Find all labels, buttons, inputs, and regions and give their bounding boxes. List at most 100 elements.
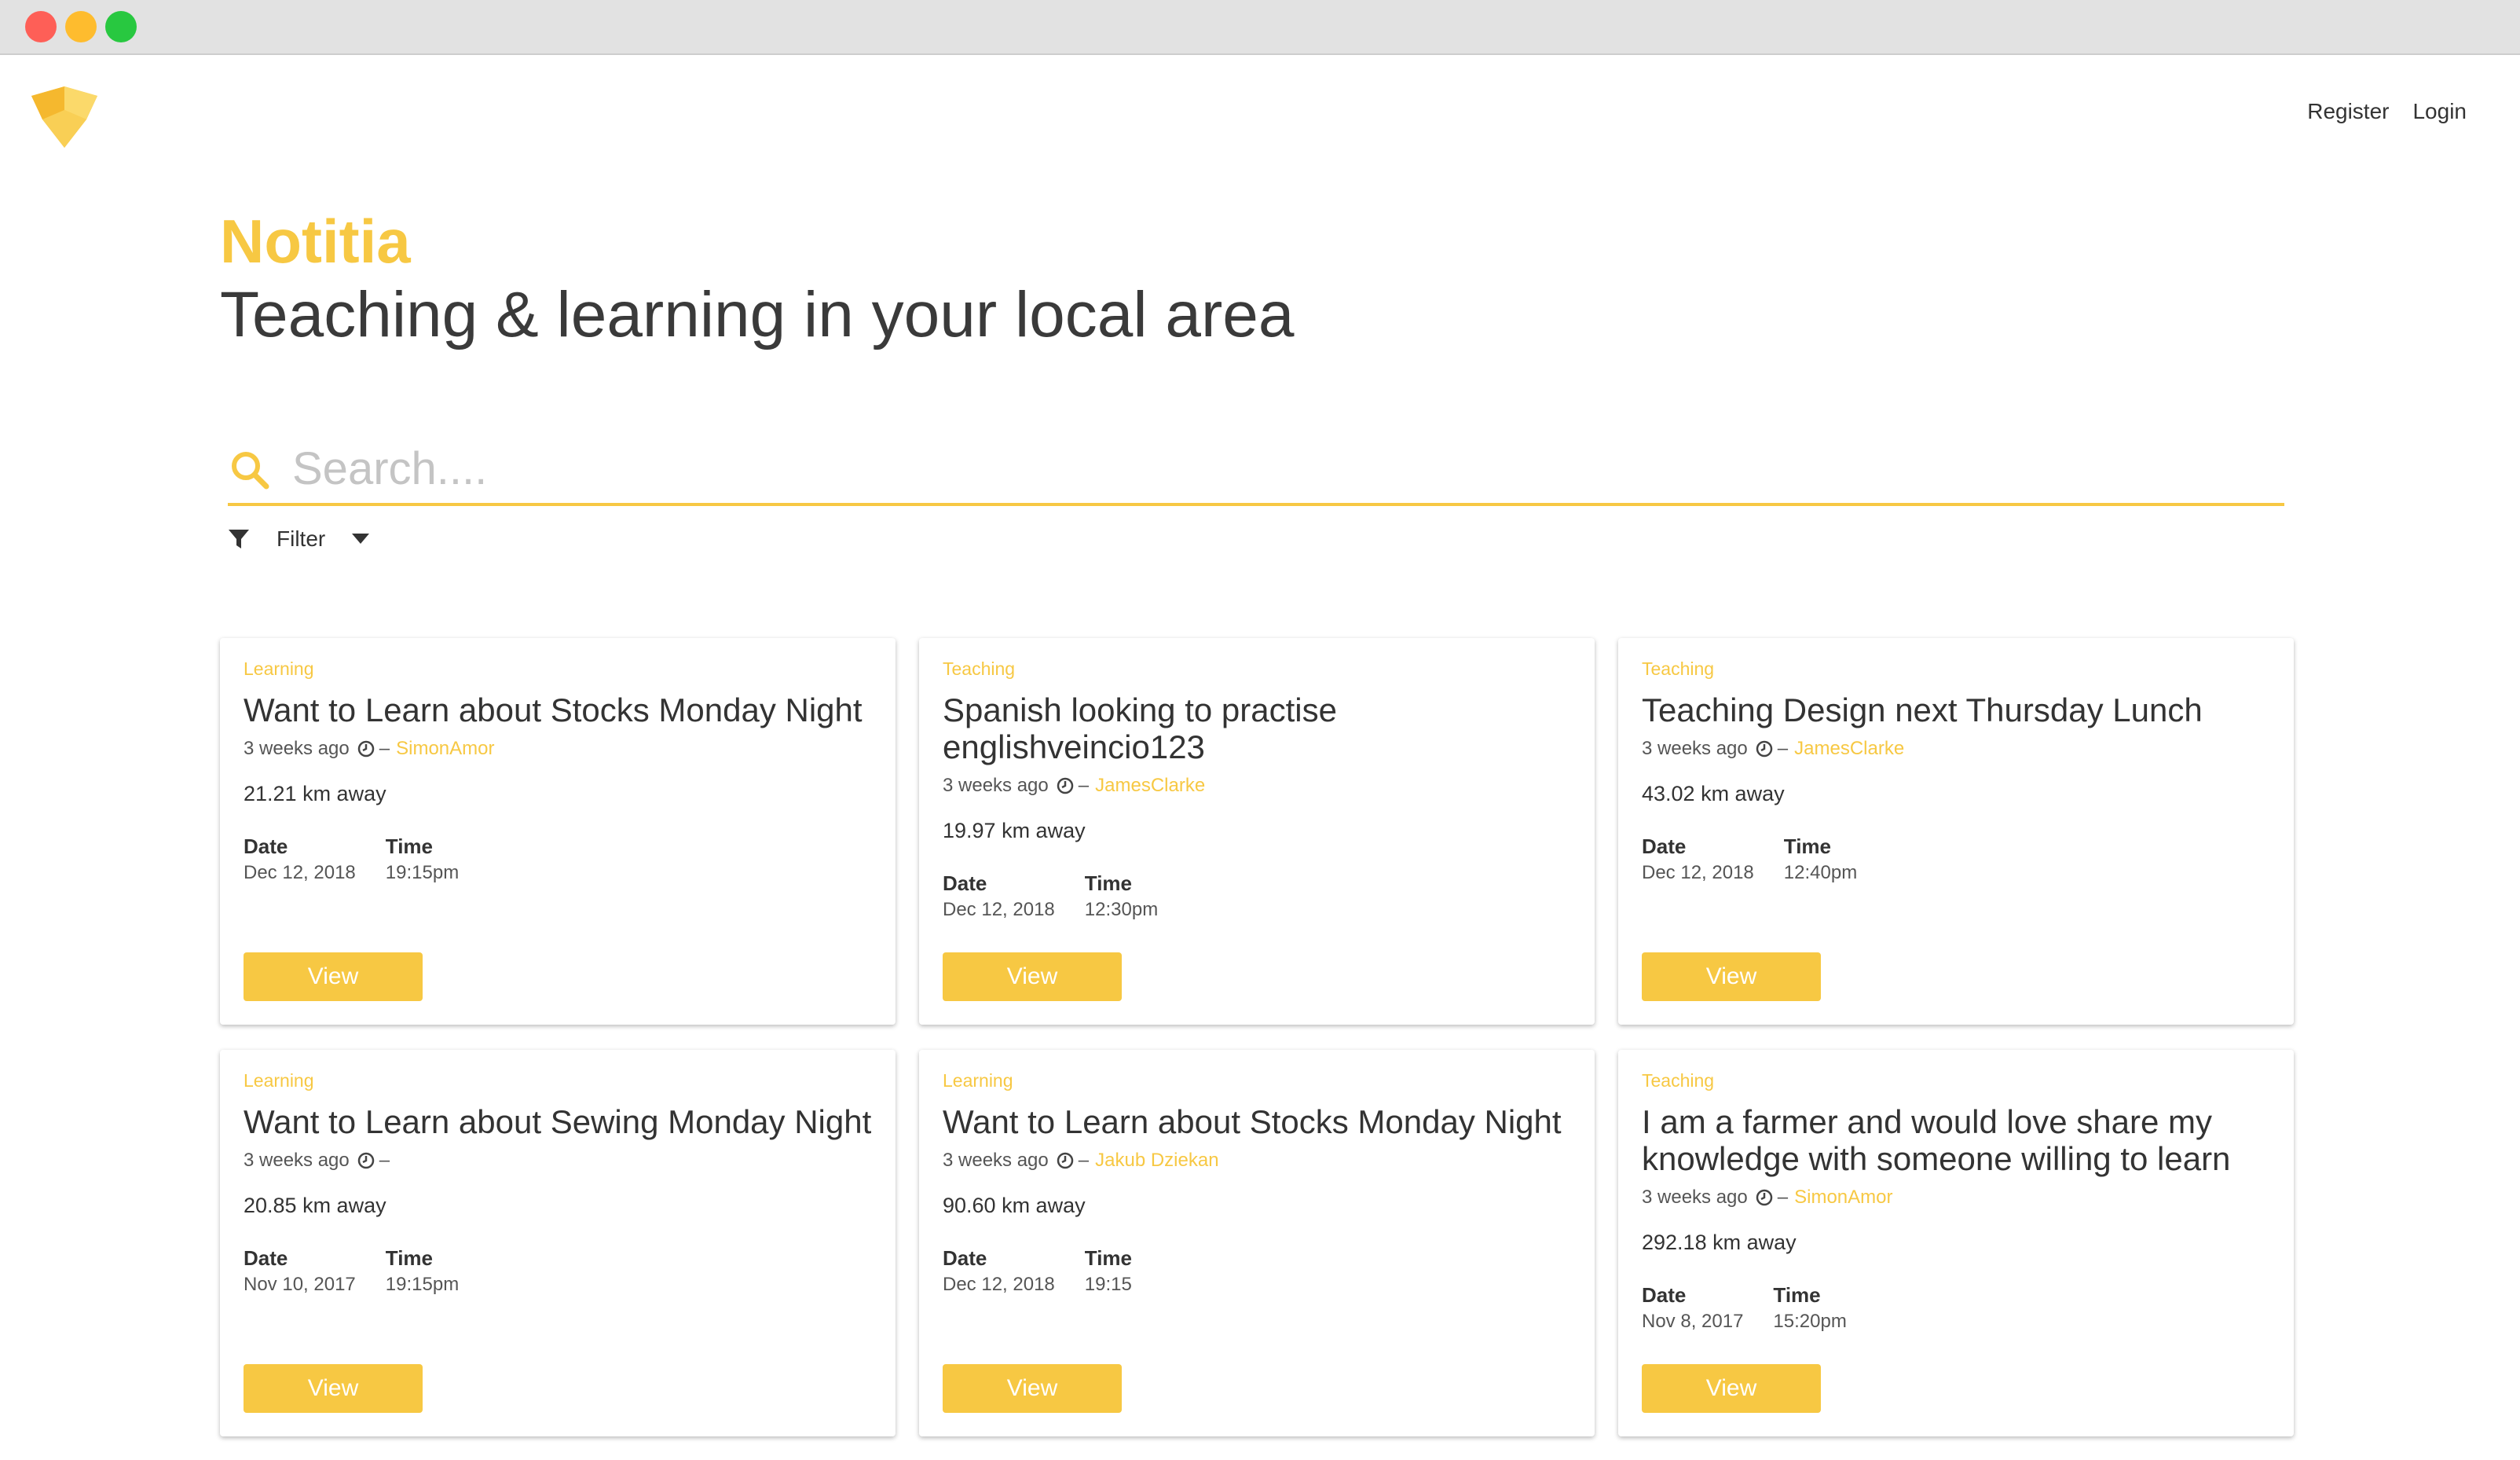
date-value: Dec 12, 2018 bbox=[1642, 861, 1754, 883]
clock-icon bbox=[1057, 1152, 1074, 1168]
close-window-button[interactable] bbox=[25, 11, 57, 42]
card-posted: 3 weeks ago bbox=[943, 1149, 1049, 1171]
date-label: Date bbox=[1642, 834, 1687, 858]
card-author-link[interactable]: JamesClarke bbox=[1794, 738, 1904, 760]
clock-icon bbox=[357, 740, 375, 757]
date-label: Date bbox=[244, 834, 288, 858]
meta-separator: – bbox=[379, 737, 390, 759]
card-title: Teaching Design next Thursday Lunch bbox=[1642, 691, 2203, 728]
time-label: Time bbox=[1783, 834, 1831, 858]
card-author-link[interactable]: Jakub Dziekan bbox=[1095, 1150, 1218, 1172]
date-label: Date bbox=[244, 1245, 288, 1270]
card-category: Learning bbox=[244, 1070, 314, 1091]
register-link[interactable]: Register bbox=[2307, 99, 2389, 124]
tagline: Teaching & learning in your local area bbox=[220, 279, 1295, 350]
listing-card: Teaching Teaching Design next Thursday L… bbox=[1618, 638, 2294, 1025]
date-value: Dec 12, 2018 bbox=[244, 861, 356, 883]
card-meta: 3 weeks ago – JamesClarke bbox=[1642, 738, 2270, 760]
meta-separator: – bbox=[1777, 1186, 1789, 1208]
listing-card: Teaching Spanish looking to practise eng… bbox=[919, 638, 1595, 1025]
card-meta: 3 weeks ago – SimonAmor bbox=[1642, 1187, 2270, 1209]
card-datetime: Date Nov 8, 2017 Time 15:20pm bbox=[1642, 1283, 2270, 1333]
brand-title: Notitia bbox=[220, 207, 411, 276]
card-datetime: Date Dec 12, 2018 Time 12:40pm bbox=[1642, 835, 2270, 884]
card-distance: 43.02 km away bbox=[1642, 781, 1785, 805]
card-title: I am a farmer and would love share my kn… bbox=[1642, 1102, 2231, 1177]
card-datetime: Date Nov 10, 2017 Time 19:15pm bbox=[244, 1246, 872, 1296]
meta-separator: – bbox=[1777, 737, 1789, 759]
view-button[interactable]: View bbox=[1642, 952, 1821, 1001]
meta-separator: – bbox=[379, 1149, 390, 1171]
card-meta: 3 weeks ago – Jakub Dziekan bbox=[943, 1150, 1571, 1172]
card-title: Want to Learn about Stocks Monday Night bbox=[943, 1102, 1562, 1140]
card-author-link[interactable]: SimonAmor bbox=[396, 738, 494, 760]
card-meta: 3 weeks ago – bbox=[244, 1150, 872, 1172]
card-datetime: Date Dec 12, 2018 Time 19:15pm bbox=[244, 835, 872, 884]
search-icon[interactable] bbox=[229, 449, 270, 490]
card-datetime: Date Dec 12, 2018 Time 12:30pm bbox=[943, 871, 1571, 921]
card-category: Learning bbox=[943, 1070, 1013, 1091]
card-posted: 3 weeks ago bbox=[244, 737, 350, 759]
card-datetime: Date Dec 12, 2018 Time 19:15 bbox=[943, 1246, 1571, 1296]
time-value: 19:15pm bbox=[385, 861, 460, 883]
caret-down-icon bbox=[352, 534, 370, 544]
time-label: Time bbox=[385, 1245, 433, 1270]
card-author-link[interactable]: SimonAmor bbox=[1794, 1187, 1892, 1209]
login-link[interactable]: Login bbox=[2412, 99, 2467, 124]
card-title: Want to Learn about Sewing Monday Night bbox=[244, 1102, 872, 1140]
card-category: Learning bbox=[244, 658, 314, 679]
search-bar bbox=[228, 427, 2284, 506]
search-input[interactable] bbox=[292, 440, 2178, 497]
date-label: Date bbox=[1642, 1282, 1687, 1307]
date-value: Nov 8, 2017 bbox=[1642, 1310, 1744, 1332]
time-value: 12:40pm bbox=[1783, 861, 1858, 883]
window-titlebar bbox=[0, 0, 2520, 55]
time-label: Time bbox=[385, 834, 433, 858]
listing-card: Learning Want to Learn about Stocks Mond… bbox=[220, 638, 896, 1025]
listing-card: Learning Want to Learn about Stocks Mond… bbox=[919, 1050, 1595, 1436]
card-posted: 3 weeks ago bbox=[943, 774, 1049, 796]
view-button[interactable]: View bbox=[244, 952, 423, 1001]
maximize-window-button[interactable] bbox=[105, 11, 137, 42]
card-title: Spanish looking to practise englishveinc… bbox=[943, 691, 1337, 765]
view-button[interactable]: View bbox=[1642, 1364, 1821, 1413]
date-label: Date bbox=[943, 1245, 987, 1270]
view-button[interactable]: View bbox=[943, 1364, 1122, 1413]
card-category: Teaching bbox=[943, 658, 1016, 679]
view-button[interactable]: View bbox=[943, 952, 1122, 1001]
clock-icon bbox=[1756, 740, 1773, 757]
card-posted: 3 weeks ago bbox=[1642, 737, 1748, 759]
card-category: Teaching bbox=[1642, 658, 1715, 679]
page-viewport: Register Login Notitia Teaching & learni… bbox=[0, 57, 2520, 1460]
meta-separator: – bbox=[1078, 1149, 1090, 1171]
time-value: 12:30pm bbox=[1084, 898, 1159, 920]
logo-icon[interactable] bbox=[31, 86, 97, 148]
listing-card: Teaching I am a farmer and would love sh… bbox=[1618, 1050, 2294, 1436]
card-category: Teaching bbox=[1642, 1070, 1715, 1091]
meta-separator: – bbox=[1078, 774, 1090, 796]
view-button[interactable]: View bbox=[244, 1364, 423, 1413]
time-value: 19:15 bbox=[1084, 1273, 1132, 1295]
card-distance: 292.18 km away bbox=[1642, 1230, 1797, 1254]
listing-card: Learning Want to Learn about Sewing Mond… bbox=[220, 1050, 896, 1436]
top-nav: Register Login bbox=[2307, 99, 2467, 124]
card-distance: 20.85 km away bbox=[244, 1193, 386, 1217]
date-label: Date bbox=[943, 871, 987, 895]
card-distance: 90.60 km away bbox=[943, 1193, 1086, 1217]
listing-cards: Learning Want to Learn about Stocks Mond… bbox=[220, 638, 2294, 1436]
minimize-window-button[interactable] bbox=[65, 11, 97, 42]
time-value: 19:15pm bbox=[385, 1273, 460, 1295]
time-label: Time bbox=[1084, 1245, 1132, 1270]
time-label: Time bbox=[1084, 871, 1132, 895]
card-posted: 3 weeks ago bbox=[1642, 1186, 1748, 1208]
filter-funnel-icon bbox=[229, 530, 249, 548]
filter-dropdown[interactable]: Filter bbox=[228, 526, 370, 552]
card-author-link[interactable]: JamesClarke bbox=[1095, 775, 1205, 797]
card-posted: 3 weeks ago bbox=[244, 1149, 350, 1171]
hero: Notitia Teaching & learning in your loca… bbox=[220, 211, 1295, 347]
card-distance: 19.97 km away bbox=[943, 818, 1086, 842]
card-meta: 3 weeks ago – SimonAmor bbox=[244, 738, 872, 760]
date-value: Nov 10, 2017 bbox=[244, 1273, 356, 1295]
clock-icon bbox=[357, 1152, 375, 1168]
filter-label: Filter bbox=[277, 526, 326, 551]
